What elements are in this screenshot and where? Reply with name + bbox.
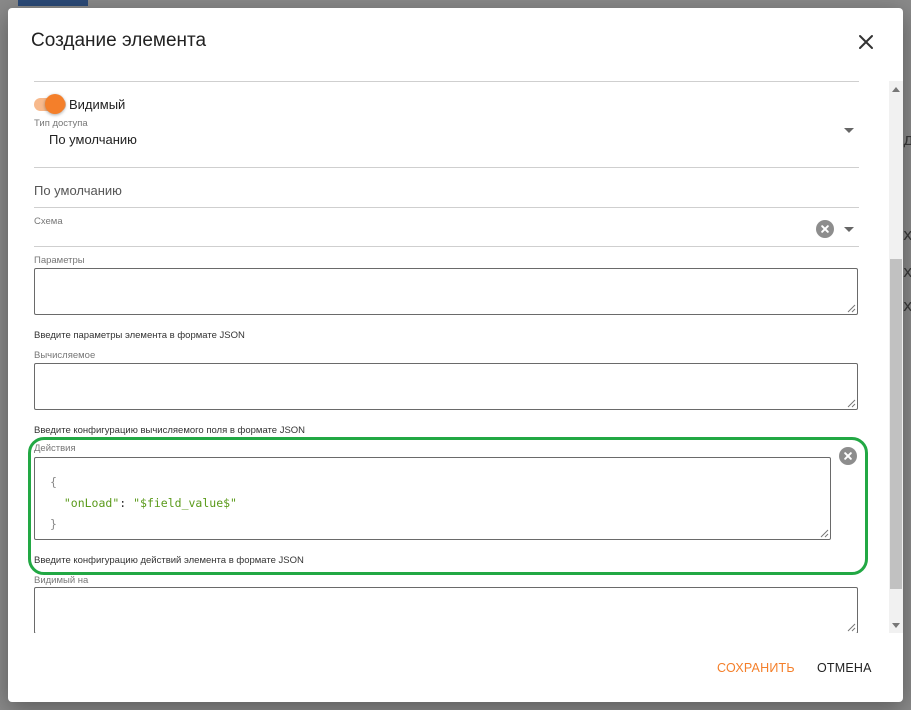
schema-underline [34,246,859,247]
access-type-select[interactable]: По умолчанию [49,132,137,147]
access-type-label: Тип доступа [34,118,88,129]
visible-toggle-label: Видимый [69,97,126,112]
cancel-button[interactable]: ОТМЕНА [817,661,872,675]
code-key: "onLoad" [63,496,120,510]
default-value-field[interactable]: По умолчанию [34,183,122,198]
schema-label: Схема [34,216,63,227]
code-brace-open: { [50,475,57,489]
background-app-logo [18,0,88,6]
background-glyph: x [903,262,911,281]
computed-hint: Введите конфигурацию вычисляемого поля в… [34,425,306,436]
parameters-label: Параметры [34,255,85,266]
chevron-down-icon[interactable] [844,128,854,133]
clear-icon[interactable] [839,447,857,465]
dialog-title: Создание элемента [31,30,207,51]
computed-label: Вычисляемое [34,350,96,361]
divider [34,81,859,82]
save-button[interactable]: СОХРАНИТЬ [717,661,795,675]
resize-grip-icon[interactable] [847,623,856,632]
scroll-thumb[interactable] [890,259,902,589]
default-value-underline [34,207,859,208]
visible-on-label: Видимый на [34,575,89,586]
actions-hint: Введите конфигурацию действий элемента в… [34,555,304,566]
content-scrollbar[interactable] [889,81,903,633]
background-glyph: д [903,130,911,149]
resize-grip-icon[interactable] [847,399,856,408]
actions-code: { "onLoad": "$field_value$" } [50,472,237,535]
chevron-down-icon[interactable] [844,227,854,232]
visible-on-textarea[interactable] [34,587,858,633]
background-glyph: x [903,296,911,315]
parameters-textarea[interactable] [34,268,858,315]
actions-code-editor[interactable]: { "onLoad": "$field_value$" } [34,457,831,540]
resize-grip-icon[interactable] [820,529,829,538]
toggle-knob[interactable] [45,94,65,114]
scroll-down-icon[interactable] [892,623,900,628]
code-brace-close: } [50,517,57,531]
parameters-hint: Введите параметры элемента в формате JSO… [34,330,245,341]
scroll-up-icon[interactable] [892,87,900,92]
code-value: "$field_value$" [133,496,237,510]
resize-grip-icon[interactable] [847,304,856,313]
create-element-dialog: Создание элемента Видимый Тип доступа По… [8,8,903,702]
dialog-content: Видимый Тип доступа По умолчанию По умол… [8,81,888,633]
background-glyph: x [903,225,911,244]
clear-icon[interactable] [816,220,834,238]
computed-textarea[interactable] [34,363,858,410]
close-icon[interactable] [856,32,876,52]
access-type-underline [34,167,859,168]
actions-label: Действия [34,443,76,454]
code-colon: : [119,496,134,510]
